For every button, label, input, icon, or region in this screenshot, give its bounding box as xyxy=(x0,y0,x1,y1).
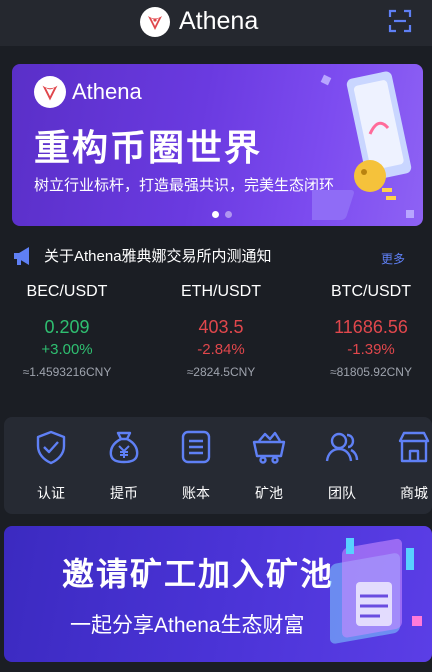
promo-title: 邀请矿工加入矿池 xyxy=(62,556,335,592)
announcement-text[interactable]: 关于Athena雅典娜交易所内测通知 xyxy=(44,247,272,267)
banner-carousel[interactable]: Athena 重构币圈世界 树立行业标杆，打造最强共识，完美生态闭环 xyxy=(12,64,423,226)
athena-logo-icon xyxy=(34,76,66,108)
ticker-eth[interactable]: ETH/USDT 403.5 -2.84% ≈2824.5CNY xyxy=(161,282,281,380)
menu-item-ledger[interactable]: 账本 xyxy=(166,417,226,514)
menu-item-withdraw[interactable]: 提币 xyxy=(94,417,154,514)
menu-label: 商城 xyxy=(400,485,428,501)
phone-piggy-illustration xyxy=(312,71,414,220)
ticker-change: -2.84% xyxy=(197,341,245,358)
shop-icon xyxy=(398,431,430,463)
ticker-cny: ≈81805.92CNY xyxy=(330,365,412,379)
carousel-dot[interactable] xyxy=(212,211,219,218)
menu-item-pool[interactable]: 矿池 xyxy=(239,417,299,514)
app-title: Athena xyxy=(179,7,259,35)
menu-item-shop[interactable]: 商城 xyxy=(384,417,432,514)
ticker-bec[interactable]: BEC/USDT 0.209 +3.00% ≈1.4593216CNY xyxy=(7,282,127,380)
ticker-cny: ≈1.4593216CNY xyxy=(22,365,112,379)
ticker-pair: ETH/USDT xyxy=(181,283,261,300)
ticker-change: +3.00% xyxy=(41,341,93,358)
ticker-pair: BTC/USDT xyxy=(331,283,411,300)
carousel-dot[interactable] xyxy=(225,211,232,218)
crypto-device-illustration xyxy=(330,538,422,644)
app-header: Athena xyxy=(0,0,432,46)
ticker-price: 11686.56 xyxy=(334,317,408,337)
team-icon xyxy=(325,432,359,462)
promo-subtitle: 一起分享Athena生态财富 xyxy=(70,614,305,637)
menu-label: 账本 xyxy=(182,485,210,501)
megaphone-icon xyxy=(12,246,34,266)
menu-label: 认证 xyxy=(37,485,65,501)
market-tickers: BEC/USDT 0.209 +3.00% ≈1.4593216CNY ETH/… xyxy=(0,282,432,402)
announcement-bar[interactable]: 关于Athena雅典娜交易所内测通知 更多 xyxy=(0,240,432,274)
ledger-icon xyxy=(181,430,211,464)
menu-label: 团队 xyxy=(328,485,356,501)
ticker-btc[interactable]: BTC/USDT 11686.56 -1.39% ≈81805.92CNY xyxy=(311,282,431,380)
money-bag-icon xyxy=(109,431,139,464)
ticker-change: -1.39% xyxy=(347,341,395,358)
ticker-cny: ≈2824.5CNY xyxy=(186,365,256,379)
quick-menu: 认证 提币 账本 矿池 团队 商城 xyxy=(4,417,432,514)
banner-subtitle: 树立行业标杆，打造最强共识，完美生态闭环 xyxy=(34,177,335,194)
menu-label: 矿池 xyxy=(255,485,283,501)
ticker-price: 0.209 xyxy=(44,317,90,337)
ticker-pair: BEC/USDT xyxy=(26,283,108,300)
scan-icon[interactable] xyxy=(388,9,412,33)
banner-brand: Athena xyxy=(72,79,142,104)
invite-miners-banner[interactable]: 邀请矿工加入矿池 一起分享Athena生态财富 xyxy=(4,526,432,662)
menu-item-verify[interactable]: 认证 xyxy=(21,417,81,514)
carousel-indicator xyxy=(212,205,238,223)
banner-headline: 重构币圈世界 xyxy=(34,127,263,168)
shield-check-icon xyxy=(36,430,66,465)
menu-item-team[interactable]: 团队 xyxy=(312,417,372,514)
mine-cart-icon xyxy=(252,431,286,464)
more-link[interactable]: 更多 xyxy=(381,250,405,267)
ticker-price: 403.5 xyxy=(198,317,244,337)
athena-logo-icon xyxy=(140,7,170,37)
menu-label: 提币 xyxy=(110,485,138,501)
